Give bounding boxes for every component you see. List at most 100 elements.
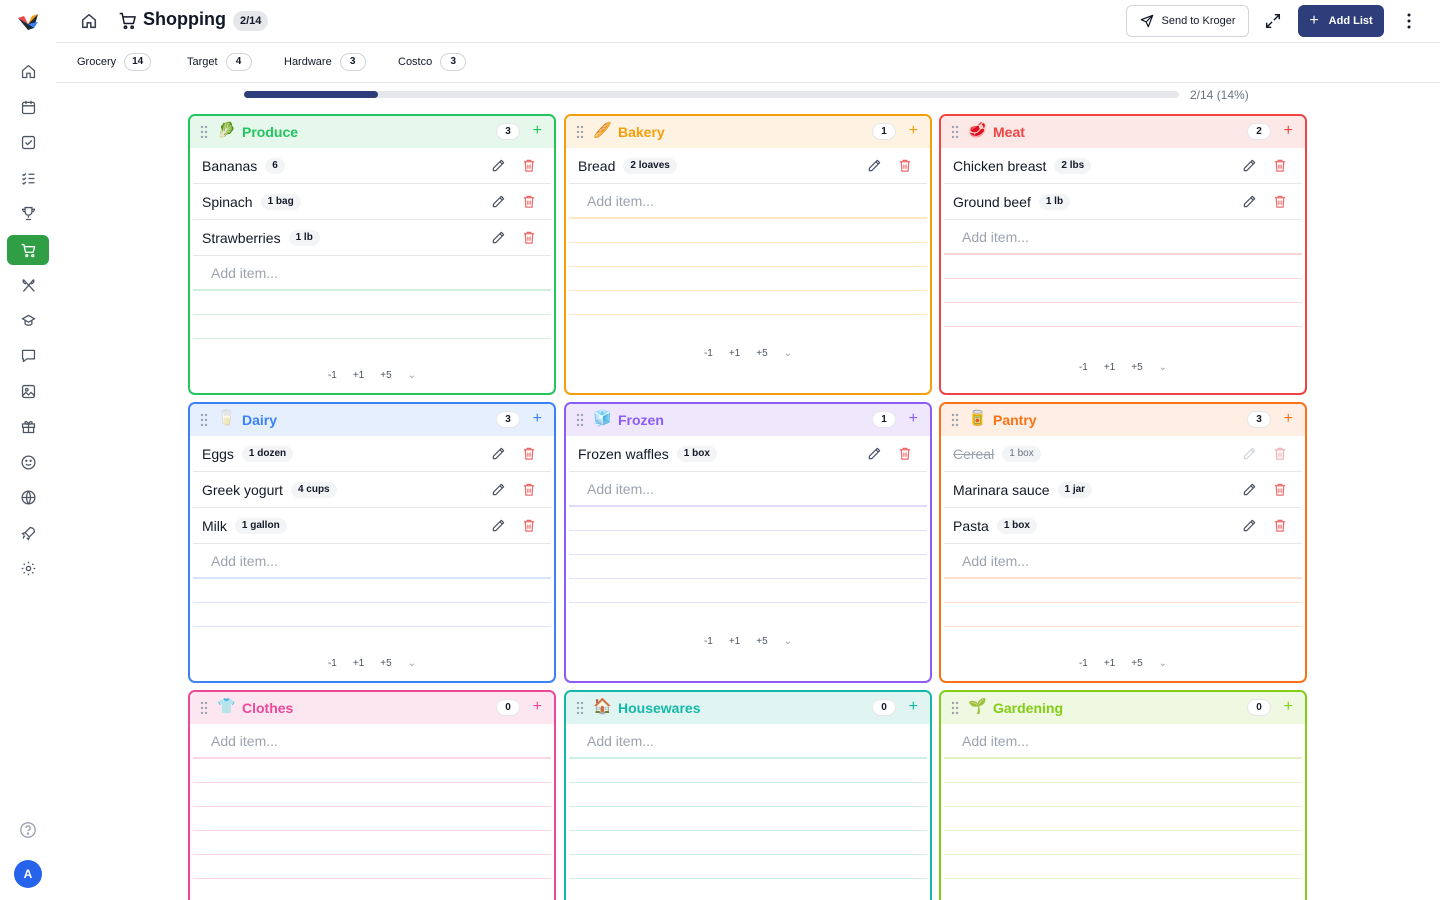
list-item[interactable]: Chicken breast 2 lbs [944,148,1302,184]
category-title[interactable]: Frozen [618,412,664,428]
item-name[interactable]: Strawberries [202,230,281,246]
add-item-input[interactable]: Add item... [569,472,927,506]
trash-icon[interactable] [522,482,536,497]
send-to-kroger-button[interactable]: Send to Kroger [1126,5,1249,37]
item-name[interactable]: Bananas [202,158,257,174]
add-item-input[interactable]: Add item... [193,724,551,758]
add-item-plus-icon[interactable]: + [533,122,542,140]
pencil-icon[interactable] [491,230,506,245]
increment-button[interactable]: +1 [1104,658,1115,672]
add-item-plus-icon[interactable]: + [533,410,542,428]
add-item-plus-icon[interactable]: + [533,698,542,716]
sidebar-item-gift[interactable] [7,411,49,441]
chevron-down-icon[interactable]: ⌄ [1159,362,1167,376]
trash-icon[interactable] [522,446,536,461]
increment-five-button[interactable]: +5 [1131,658,1142,672]
tab-target[interactable]: Target 4 [187,52,252,72]
increment-five-button[interactable]: +5 [1131,362,1142,376]
tab-hardware[interactable]: Hardware 3 [284,52,366,72]
chevron-down-icon[interactable]: ⌄ [1159,658,1167,672]
list-item[interactable]: Greek yogurt 4 cups [193,472,551,508]
item-name[interactable]: Milk [202,518,227,534]
drag-handle-icon[interactable] [575,701,585,715]
pencil-icon[interactable] [491,518,506,533]
increment-five-button[interactable]: +5 [756,636,767,650]
sidebar-item-image[interactable] [7,376,49,406]
increment-button[interactable]: +1 [729,636,740,650]
pencil-icon[interactable] [1242,158,1257,173]
pencil-icon[interactable] [867,158,882,173]
category-title[interactable]: Produce [242,124,298,140]
sidebar-item-rocket[interactable] [7,518,49,548]
trash-icon[interactable] [522,230,536,245]
trash-icon[interactable] [1273,194,1287,209]
chevron-down-icon[interactable]: ⌄ [408,370,416,384]
add-item-plus-icon[interactable]: + [1284,410,1293,428]
add-item-plus-icon[interactable]: + [909,698,918,716]
item-name[interactable]: Pasta [953,518,989,534]
trash-icon[interactable] [522,158,536,173]
item-name[interactable]: Marinara sauce [953,482,1050,498]
drag-handle-icon[interactable] [199,701,209,715]
help-icon[interactable] [19,821,37,839]
category-title[interactable]: Dairy [242,412,277,428]
decrement-button[interactable]: -1 [1079,658,1088,672]
expand-icon[interactable] [1264,12,1282,30]
item-name[interactable]: Ground beef [953,194,1031,210]
list-item[interactable]: Eggs 1 dozen [193,436,551,472]
home-icon[interactable] [80,12,98,30]
add-item-input[interactable]: Add item... [193,256,551,290]
sidebar-item-shopping-cart[interactable] [7,235,49,265]
drag-handle-icon[interactable] [199,125,209,139]
list-item[interactable]: Bread 2 loaves [569,148,927,184]
decrement-button[interactable]: -1 [704,348,713,362]
category-title[interactable]: Pantry [993,412,1037,428]
add-item-plus-icon[interactable]: + [1284,122,1293,140]
chevron-down-icon[interactable]: ⌄ [784,348,792,362]
tab-grocery[interactable]: Grocery 14 [77,52,152,72]
decrement-button[interactable]: -1 [328,370,337,384]
add-item-plus-icon[interactable]: + [909,122,918,140]
increment-button[interactable]: +1 [353,370,364,384]
chevron-down-icon[interactable]: ⌄ [784,636,792,650]
add-item-plus-icon[interactable]: + [1284,698,1293,716]
drag-handle-icon[interactable] [575,413,585,427]
app-logo-icon[interactable] [16,10,40,34]
avatar[interactable]: A [14,860,42,888]
drag-handle-icon[interactable] [950,413,960,427]
sidebar-item-chat[interactable] [7,340,49,370]
category-title[interactable]: Gardening [993,700,1063,716]
pencil-icon[interactable] [491,194,506,209]
drag-handle-icon[interactable] [950,701,960,715]
category-title[interactable]: Clothes [242,700,293,716]
add-item-input[interactable]: Add item... [944,220,1302,254]
sidebar-item-globe[interactable] [7,482,49,512]
increment-button[interactable]: +1 [353,658,364,672]
chevron-down-icon[interactable]: ⌄ [408,658,416,672]
trash-icon[interactable] [1273,158,1287,173]
item-name[interactable]: Spinach [202,194,253,210]
add-list-button[interactable]: + Add List [1298,5,1384,37]
sidebar-item-checkbox[interactable] [7,127,49,157]
pencil-icon[interactable] [1242,518,1257,533]
item-name[interactable]: Bread [578,158,615,174]
decrement-button[interactable]: -1 [704,636,713,650]
list-item[interactable]: Pasta 1 box [944,508,1302,544]
sidebar-item-smile[interactable] [7,447,49,477]
item-name[interactable]: Cereal [953,446,994,462]
trash-icon[interactable] [898,446,912,461]
add-item-input[interactable]: Add item... [569,184,927,218]
sidebar-item-calendar[interactable] [7,92,49,122]
item-name[interactable]: Frozen waffles [578,446,669,462]
more-options-icon[interactable] [1402,11,1416,31]
list-item[interactable]: Bananas 6 [193,148,551,184]
sidebar-item-chef-hat[interactable] [7,305,49,335]
item-name[interactable]: Chicken breast [953,158,1046,174]
increment-five-button[interactable]: +5 [380,658,391,672]
pencil-icon[interactable] [491,158,506,173]
increment-button[interactable]: +1 [729,348,740,362]
trash-icon[interactable] [1273,482,1287,497]
category-title[interactable]: Bakery [618,124,665,140]
increment-five-button[interactable]: +5 [756,348,767,362]
increment-button[interactable]: +1 [1104,362,1115,376]
